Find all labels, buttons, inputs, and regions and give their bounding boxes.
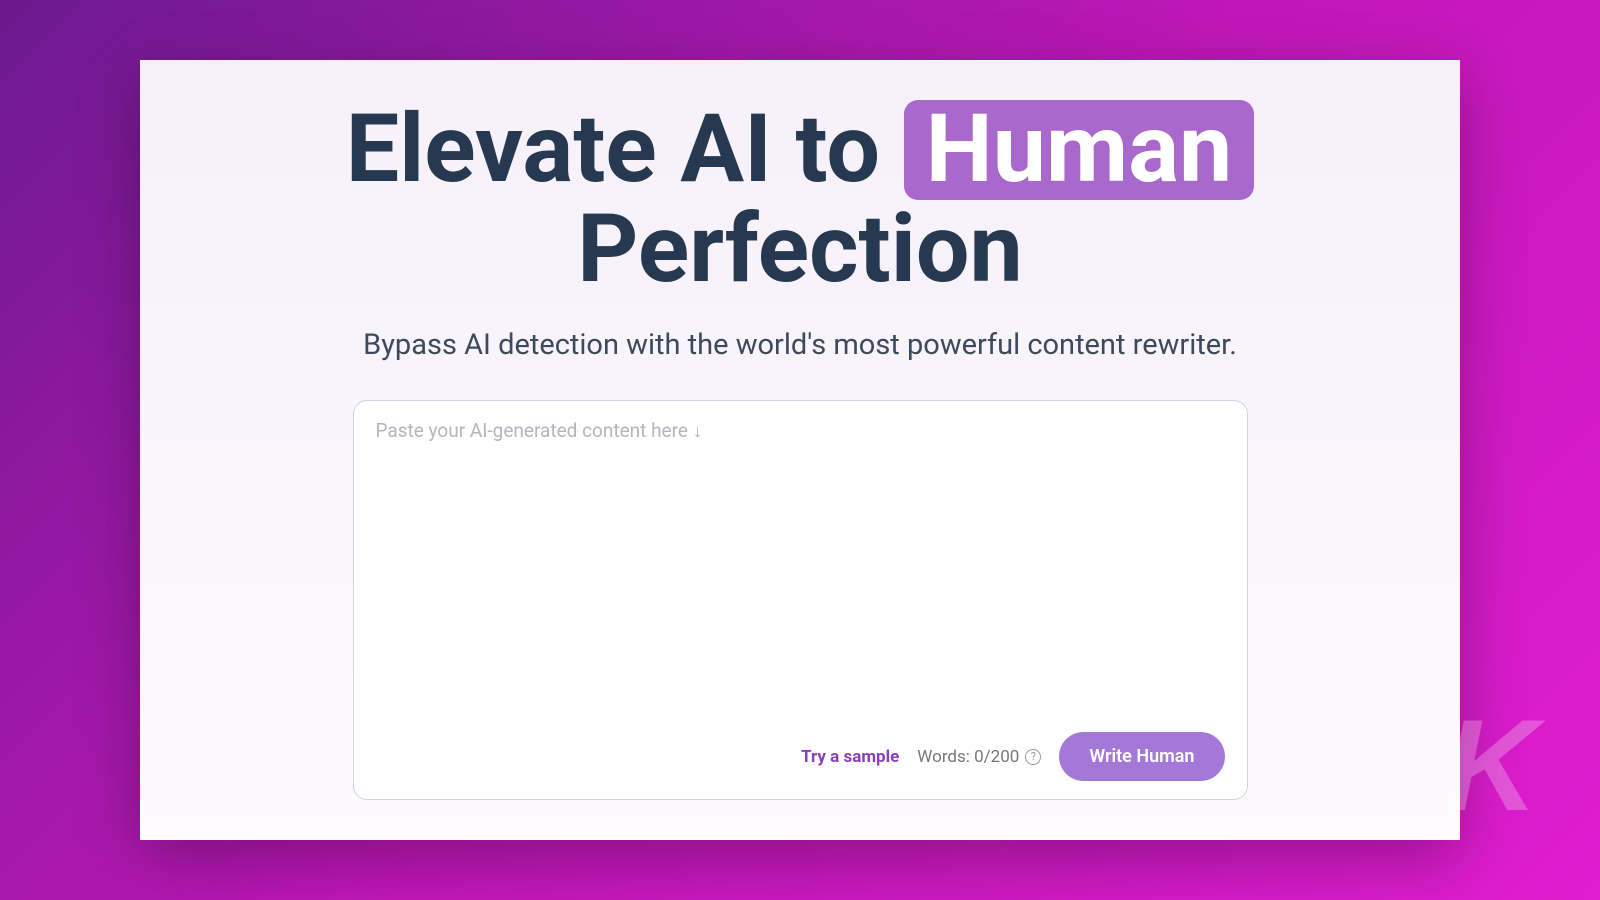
word-count-text: Words: 0/200 [917, 747, 1019, 767]
help-icon[interactable]: ? [1025, 749, 1041, 765]
headline-part1: Elevate AI to [346, 94, 904, 205]
textarea-footer: Try a sample Words: 0/200 ? Write Human [376, 722, 1225, 781]
try-sample-link[interactable]: Try a sample [801, 747, 899, 767]
headline: Elevate AI to Human Perfection [346, 100, 1255, 300]
word-count: Words: 0/200 ? [917, 747, 1041, 767]
headline-part2: Perfection [577, 194, 1022, 305]
subheadline: Bypass AI detection with the world's mos… [363, 328, 1237, 362]
main-card: Elevate AI to Human Perfection Bypass AI… [140, 60, 1460, 840]
content-input-container: Try a sample Words: 0/200 ? Write Human [353, 400, 1248, 801]
content-input[interactable] [376, 419, 1225, 723]
headline-highlight: Human [904, 100, 1255, 200]
write-human-button[interactable]: Write Human [1059, 732, 1224, 781]
